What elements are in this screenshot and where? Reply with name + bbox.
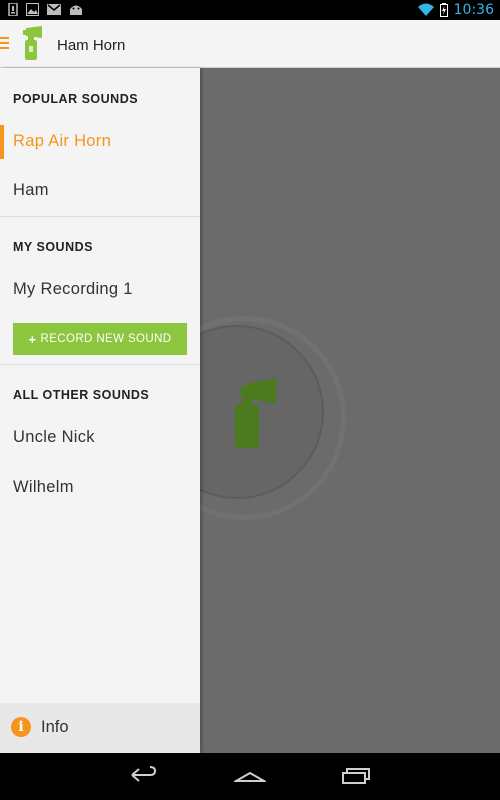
record-button-label: RECORD NEW SOUND bbox=[40, 333, 172, 345]
home-icon[interactable] bbox=[234, 763, 266, 787]
clock: 10:36 bbox=[453, 2, 494, 18]
navigation-drawer: POPULAR SOUNDS Rap Air Horn Ham MY SOUND… bbox=[0, 68, 200, 753]
download-icon bbox=[8, 3, 18, 16]
wifi-icon bbox=[417, 3, 434, 16]
main-content bbox=[142, 68, 500, 753]
drawer-item-wilhelm[interactable]: Wilhelm bbox=[0, 466, 200, 510]
drawer-item-label: Uncle Nick bbox=[13, 428, 95, 446]
app-title: Ham Horn bbox=[57, 37, 126, 54]
record-new-sound-button[interactable]: + RECORD NEW SOUND bbox=[13, 323, 187, 355]
drawer-item-ham[interactable]: Ham bbox=[0, 169, 200, 213]
drawer-item-uncle-nick[interactable]: Uncle Nick bbox=[0, 416, 200, 460]
info-button[interactable]: i Info bbox=[0, 703, 200, 753]
action-bar: Ham Horn bbox=[0, 20, 500, 68]
drawer-item-rap-air-horn[interactable]: Rap Air Horn bbox=[0, 120, 200, 164]
drawer-item-label: Ham bbox=[13, 181, 49, 199]
active-indicator bbox=[0, 125, 4, 159]
system-nav-bar bbox=[0, 753, 500, 800]
section-header-all-other: ALL OTHER SOUNDS bbox=[13, 388, 150, 402]
drawer-item-my-recording-1[interactable]: My Recording 1 bbox=[0, 268, 200, 312]
info-label: Info bbox=[41, 718, 69, 736]
image-icon bbox=[26, 3, 39, 16]
android-icon bbox=[70, 5, 82, 15]
air-horn-logo-icon[interactable] bbox=[22, 26, 44, 62]
recent-apps-icon[interactable] bbox=[340, 763, 372, 787]
divider bbox=[0, 216, 200, 217]
drawer-item-label: My Recording 1 bbox=[13, 280, 133, 298]
battery-icon bbox=[439, 3, 448, 17]
back-icon[interactable] bbox=[128, 763, 158, 787]
section-header-my-sounds: MY SOUNDS bbox=[13, 240, 93, 254]
section-header-popular: POPULAR SOUNDS bbox=[13, 92, 139, 106]
status-bar: 10:36 bbox=[0, 0, 500, 20]
gmail-icon bbox=[47, 4, 61, 15]
plus-icon: + bbox=[28, 331, 37, 347]
drawer-item-label: Wilhelm bbox=[13, 478, 74, 496]
divider bbox=[0, 364, 200, 365]
hamburger-icon[interactable] bbox=[0, 37, 9, 52]
notification-icons bbox=[8, 3, 83, 16]
info-icon: i bbox=[11, 717, 31, 737]
drawer-item-label: Rap Air Horn bbox=[13, 132, 112, 150]
air-horn-icon bbox=[235, 378, 276, 448]
